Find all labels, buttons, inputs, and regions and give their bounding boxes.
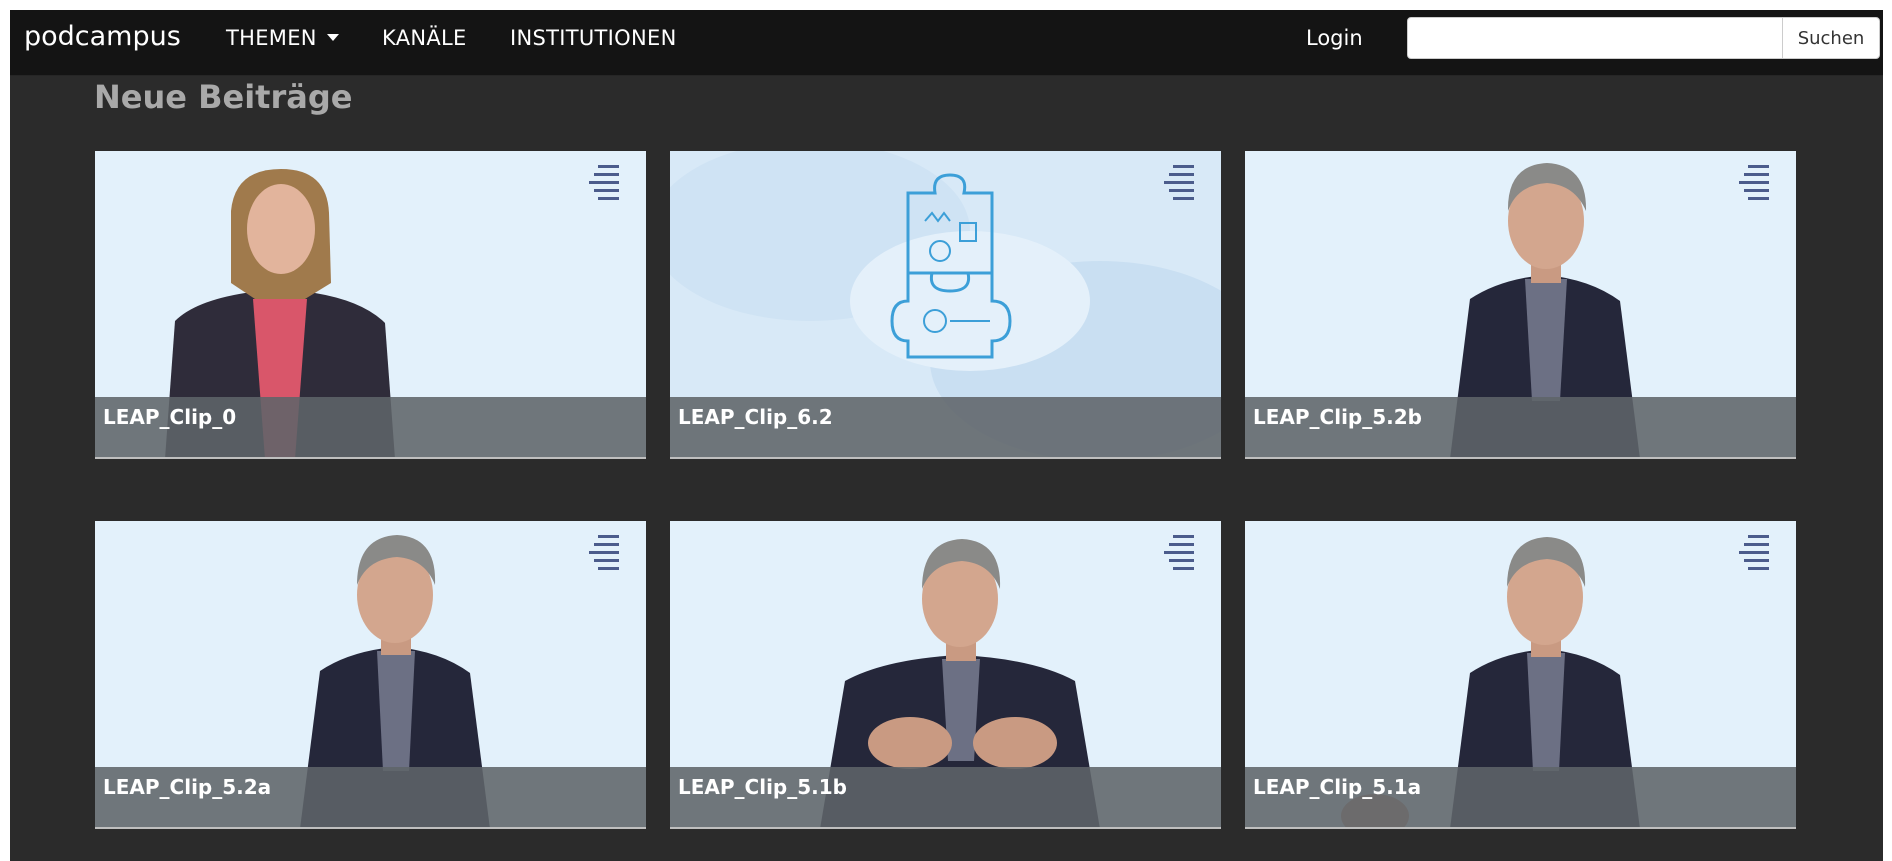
video-card[interactable]: LEAP_Clip_5.2b [1245,151,1796,459]
video-card[interactable]: LEAP_Clip_5.2a [95,521,646,829]
channel-logo-icon [589,165,619,209]
page-frame: podcampus THEMEN KANÄLE INSTITUTIONEN Lo… [10,10,1883,861]
video-title: LEAP_Clip_5.1b [678,775,847,799]
login-link[interactable]: Login [1306,26,1363,50]
nav-themen-dropdown[interactable]: THEMEN [226,26,339,50]
channel-logo-icon [1164,165,1194,209]
video-card[interactable]: LEAP_Clip_6.2 [670,151,1221,459]
channel-logo-icon [1739,165,1769,209]
channel-logo-icon [1739,535,1769,579]
video-title: LEAP_Clip_0 [103,405,237,429]
caret-down-icon [326,33,339,41]
video-title: LEAP_Clip_6.2 [678,405,833,429]
channel-logo-icon [1164,535,1194,579]
video-card[interactable]: LEAP_Clip_5.1a [1245,521,1796,829]
nav-institutionen[interactable]: INSTITUTIONEN [510,26,677,50]
video-caption: LEAP_Clip_5.2a [95,767,646,827]
video-caption: LEAP_Clip_5.1b [670,767,1221,827]
video-title: LEAP_Clip_5.2a [103,775,272,799]
top-navbar: podcampus THEMEN KANÄLE INSTITUTIONEN Lo… [10,10,1883,76]
video-card[interactable]: LEAP_Clip_0 [95,151,646,459]
nav-themen-label: THEMEN [226,26,317,50]
video-caption: LEAP_Clip_0 [95,397,646,457]
video-caption: LEAP_Clip_6.2 [670,397,1221,457]
video-title: LEAP_Clip_5.1a [1253,775,1422,799]
video-card[interactable]: LEAP_Clip_5.1b [670,521,1221,829]
search-button[interactable]: Suchen [1782,17,1880,59]
nav-kanaele[interactable]: KANÄLE [382,26,467,50]
channel-logo-icon [589,535,619,579]
search-input[interactable] [1407,17,1783,59]
video-caption: LEAP_Clip_5.1a [1245,767,1796,827]
section-title: Neue Beiträge [94,78,353,116]
video-title: LEAP_Clip_5.2b [1253,405,1422,429]
video-caption: LEAP_Clip_5.2b [1245,397,1796,457]
brand-logo[interactable]: podcampus [24,21,181,52]
